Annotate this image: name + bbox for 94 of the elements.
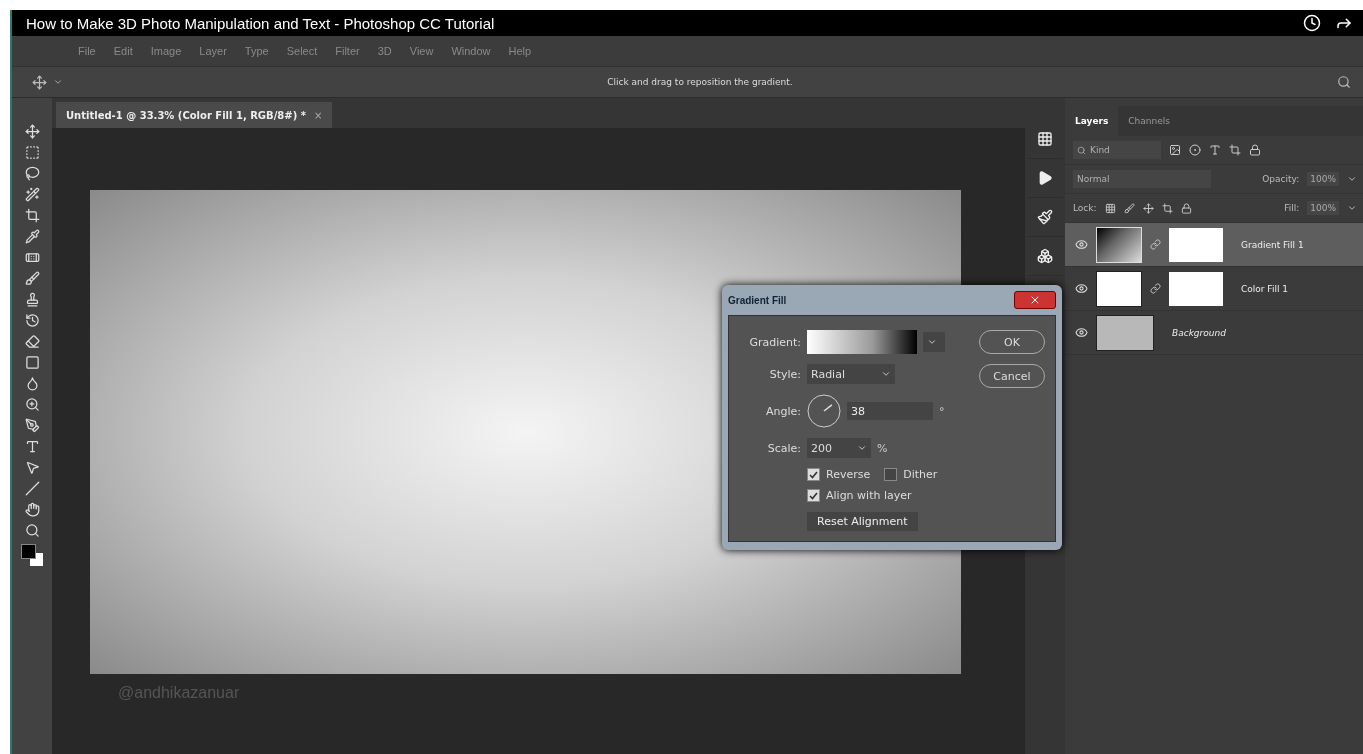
close-button[interactable] — [1014, 291, 1056, 309]
menu-item[interactable]: Image — [150, 45, 182, 57]
angle-field[interactable]: 38 — [847, 402, 933, 420]
angle-dial[interactable] — [807, 394, 841, 428]
tab-label: Untitled-1 @ 33.3% (Color Fill 1, RGB/8#) * — [66, 109, 306, 121]
fill-label: Fill: — [1284, 203, 1300, 213]
layer-name: Gradient Fill 1 — [1241, 239, 1304, 250]
caret-icon — [881, 369, 891, 379]
style-label: Style: — [768, 367, 801, 381]
menu-item[interactable]: View — [409, 45, 434, 57]
line-icon[interactable] — [24, 481, 40, 496]
checkbox-option[interactable]: Dither — [884, 468, 938, 481]
caret-icon — [857, 443, 867, 453]
eye-icon[interactable] — [1075, 238, 1088, 251]
opacity-value[interactable]: 100% — [1307, 172, 1339, 186]
menu-item[interactable]: 3D — [377, 45, 392, 57]
background-thumbnail — [1096, 314, 1154, 351]
lock-label: Lock: — [1073, 203, 1097, 213]
menu-item[interactable]: Help — [508, 45, 532, 57]
search-icon — [1077, 145, 1086, 155]
type-icon[interactable] — [24, 439, 40, 454]
scale-dropdown[interactable]: 200 — [807, 438, 871, 458]
menu-item[interactable]: Type — [244, 45, 269, 57]
lock-move-icon[interactable] — [1142, 202, 1154, 214]
degree-sign: ° — [939, 404, 945, 418]
brush-icon[interactable] — [24, 271, 40, 286]
hint-text: Click and drag to reposition the gradient. — [606, 77, 794, 87]
menu-item[interactable]: Window — [451, 45, 491, 57]
eye-icon[interactable] — [1075, 326, 1088, 339]
dialog-button[interactable]: Cancel — [979, 364, 1045, 388]
eyedropper-icon[interactable] — [24, 229, 40, 244]
lock-all-icon[interactable] — [1180, 202, 1192, 214]
caret-icon[interactable] — [53, 77, 63, 87]
eye-icon[interactable] — [1075, 282, 1088, 295]
link-icon[interactable] — [1150, 283, 1161, 294]
clock-icon[interactable] — [1303, 14, 1321, 32]
blend-mode-dropdown[interactable]: Normal — [1073, 170, 1211, 188]
marquee-icon[interactable] — [24, 145, 40, 160]
tab-close[interactable]: × — [313, 109, 323, 121]
move-icon[interactable] — [32, 74, 47, 90]
type-filter-icon[interactable] — [1209, 144, 1221, 156]
eraser-icon[interactable] — [24, 334, 40, 349]
fill-value[interactable]: 100% — [1307, 201, 1339, 215]
dialog-title: Gradient Fill — [728, 294, 787, 306]
panel-tab[interactable]: Channels — [1118, 106, 1180, 136]
menu-item[interactable]: Filter — [335, 45, 360, 57]
blob-icon[interactable] — [24, 376, 40, 391]
lock-brush-icon[interactable] — [1123, 202, 1135, 214]
close-icon — [1029, 294, 1041, 306]
move-icon[interactable] — [24, 124, 40, 139]
menu-item[interactable]: Select — [286, 45, 318, 57]
stamp-icon[interactable] — [24, 292, 40, 307]
menu-item[interactable]: File — [78, 45, 96, 57]
pen-icon[interactable] — [24, 418, 40, 433]
scale-label: Scale: — [766, 441, 801, 455]
checkbox-option[interactable]: Align with layer — [807, 489, 979, 502]
color-thumbnail — [1096, 270, 1142, 307]
bandage-icon[interactable] — [24, 250, 40, 265]
dialog-button[interactable]: OK — [979, 330, 1045, 354]
caret-icon[interactable] — [1347, 174, 1357, 184]
layer-name: Background — [1172, 327, 1226, 338]
caret-icon[interactable] — [1347, 203, 1357, 213]
menu-item[interactable]: Layer — [199, 45, 227, 57]
crop-icon[interactable] — [24, 208, 40, 223]
style-dropdown[interactable]: Radial — [807, 364, 895, 384]
checkmark-icon — [809, 470, 818, 479]
gradient-thumbnail — [1096, 226, 1142, 263]
image-filter-icon[interactable] — [1169, 144, 1181, 156]
checkbox-option[interactable]: Reverse — [807, 468, 871, 481]
hand-icon[interactable] — [24, 502, 40, 517]
opacity-label: Opacity: — [1262, 174, 1300, 184]
gradient-swatch[interactable] — [807, 330, 917, 354]
search-icon[interactable] — [1337, 75, 1351, 89]
caret-icon — [927, 337, 937, 347]
color-swatches-icon[interactable] — [21, 544, 43, 566]
lasso-icon[interactable] — [24, 166, 40, 181]
angle-label: Angle: — [765, 404, 801, 418]
mask-thumbnail — [1169, 227, 1223, 262]
link-icon[interactable] — [1150, 239, 1161, 250]
wand-icon[interactable] — [24, 187, 40, 202]
document-tab[interactable]: Untitled-1 @ 33.3% (Color Fill 1, RGB/8#) * × — [56, 102, 333, 128]
mask-thumbnail — [1169, 271, 1223, 306]
panel-tab[interactable]: Layers — [1065, 106, 1119, 136]
gradient-label: Gradient: — [748, 335, 801, 349]
zoom-icon[interactable] — [24, 523, 40, 538]
lock-pixels-icon[interactable] — [1104, 202, 1116, 214]
percent-sign: % — [877, 441, 888, 455]
checkmark-icon — [809, 491, 818, 500]
reset-alignment-button[interactable]: Reset Alignment — [807, 512, 918, 531]
layer-name: Color Fill 1 — [1241, 283, 1288, 294]
menu-item[interactable]: Edit — [113, 45, 133, 57]
layer-row[interactable]: Gradient Fill 1 — [1065, 223, 1363, 267]
kind-filter-field[interactable]: Kind — [1073, 141, 1161, 159]
pointer-icon[interactable] — [24, 460, 40, 475]
